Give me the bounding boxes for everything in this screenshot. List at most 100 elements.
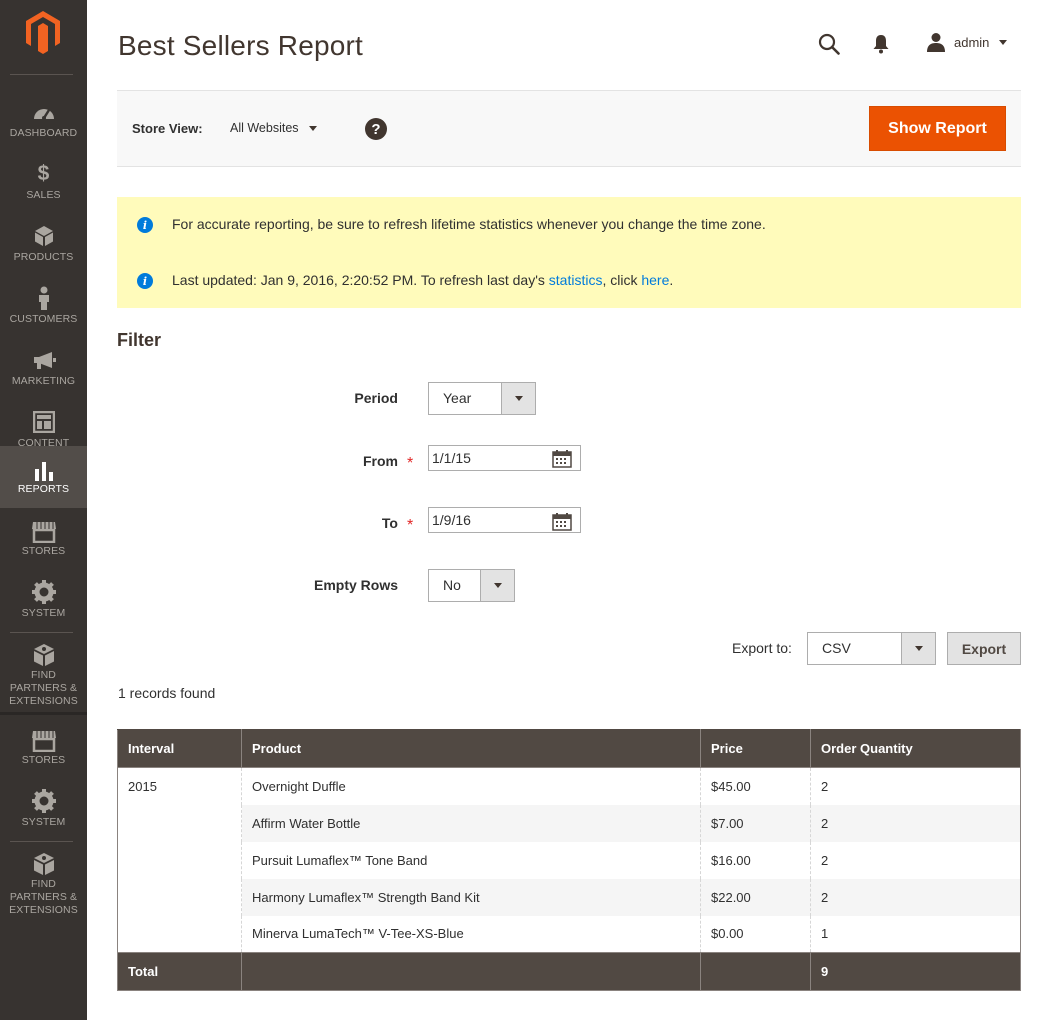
table-totals-row: Total 9 [117,952,1021,991]
nav-find-partners-2[interactable]: FIND PARTNERS & EXTENSIONS [0,849,87,916]
search-icon[interactable] [817,32,841,56]
refresh-here-link[interactable]: here [641,272,669,288]
table-header-row: Interval Product Price Order Quantity [117,729,1021,768]
filter-title: Filter [117,330,162,350]
chevron-down-icon [999,39,1008,45]
page-title: Best Sellers Report [118,30,364,61]
from-label: From [363,453,398,469]
export-format-value: CSV [822,640,851,656]
nav-reports[interactable]: REPORTS [0,446,87,508]
nav-dashboard[interactable]: DASHBOARD [0,86,87,148]
quantity-cell: 2 [810,804,1021,842]
cube-icon [0,224,87,248]
calendar-icon[interactable] [552,513,572,531]
storefront-icon [0,729,87,753]
storefront-icon [0,520,87,544]
price-cell: $0.00 [700,915,811,953]
admin-sidebar: DASHBOARD $ SALES PRODUCTS CUSTOMERS MAR… [0,0,87,1020]
show-report-button[interactable]: Show Report [869,106,1006,151]
to-label: To [381,515,398,531]
magento-logo-icon[interactable] [24,9,62,55]
export-format-select[interactable]: CSV [807,632,936,665]
store-view-switcher[interactable]: All Websites [230,121,317,135]
calendar-icon[interactable] [552,450,572,468]
column-header-interval[interactable]: Interval [117,729,242,768]
chevron-down-icon [480,570,514,601]
nav-find-partners[interactable]: FIND PARTNERS & EXTENSIONS [0,640,87,707]
price-cell: $22.00 [700,878,811,916]
total-price-cell [700,952,811,991]
table-row: Minerva LumaTech™ V-Tee-XS-Blue $0.00 1 [118,915,1021,953]
timezone-notice: i For accurate reporting, be sure to ref… [117,197,1021,253]
store-view-bar: Store View: All Websites ? Show Report [117,90,1021,167]
chevron-down-icon [501,383,535,414]
product-cell: Harmony Lumaflex™ Strength Band Kit [241,878,701,916]
required-asterisk: * [407,517,414,534]
empty-rows-label: Empty Rows [313,577,398,593]
table-row: Harmony Lumaflex™ Strength Band Kit $22.… [118,878,1021,916]
person-icon [0,286,87,310]
nav-customers[interactable]: CUSTOMERS [0,272,87,334]
admin-user-menu[interactable]: admin [926,30,1008,54]
total-quantity: 9 [810,952,1021,991]
user-icon [927,33,945,52]
help-icon[interactable]: ? [365,118,387,140]
sidebar-block-divider [0,712,87,715]
records-found: 1 records found [118,685,216,701]
period-label: Period [354,390,398,406]
chevron-down-icon [308,125,317,131]
table-row: 2015 Overnight Duffle $45.00 2 [117,767,1021,953]
nav-products[interactable]: PRODUCTS [0,210,87,272]
product-cell: Overnight Duffle [241,767,701,805]
timezone-notice-text: For accurate reporting, be sure to refre… [172,216,766,232]
extensions-icon [0,643,87,667]
quantity-cell: 2 [810,767,1021,805]
empty-rows-select[interactable]: No [428,569,515,602]
total-label: Total [117,952,242,991]
chevron-down-icon [901,633,935,664]
nav-marketing[interactable]: MARKETING [0,334,87,396]
statistics-link[interactable]: statistics [549,272,603,288]
last-updated-notice: i Last updated: Jan 9, 2016, 2:20:52 PM.… [117,253,1021,308]
nav-sales[interactable]: $ SALES [0,148,87,210]
quantity-cell: 1 [810,915,1021,953]
bar-chart-icon [0,459,87,483]
dashboard-icon [0,100,87,124]
export-button[interactable]: Export [947,632,1021,665]
column-header-order-quantity[interactable]: Order Quantity [810,729,1021,768]
extensions-icon [0,852,87,876]
price-cell: $45.00 [700,767,811,805]
megaphone-icon [0,348,87,372]
total-product-cell [241,952,701,991]
product-cell: Minerva LumaTech™ V-Tee-XS-Blue [241,915,701,953]
column-header-product[interactable]: Product [241,729,701,768]
quantity-cell: 2 [810,878,1021,916]
table-row: Affirm Water Bottle $7.00 2 [118,804,1021,842]
admin-username: admin [954,34,990,50]
empty-rows-value: No [443,577,461,593]
dollar-icon: $ [37,162,50,185]
export-to-label: Export to: [732,640,792,656]
best-sellers-table: Interval Product Price Order Quantity 20… [117,729,1021,991]
quantity-cell: 2 [810,841,1021,879]
column-header-price[interactable]: Price [700,729,811,768]
product-cell: Affirm Water Bottle [241,804,701,842]
nav-stores[interactable]: STORES [0,520,87,582]
required-asterisk: * [407,455,414,472]
price-cell: $16.00 [700,841,811,879]
period-select[interactable]: Year [428,382,536,415]
store-view-label: Store View: [132,121,203,136]
product-cell: Pursuit Lumaflex™ Tone Band [241,841,701,879]
gear-icon [0,580,87,604]
sidebar-divider [10,632,73,633]
nav-stores-2[interactable]: STORES [0,729,87,791]
info-icon: i [137,273,153,289]
price-cell: $7.00 [700,804,811,842]
notifications-bell-icon[interactable] [871,33,891,55]
store-view-selected: All Websites [230,121,299,135]
period-value: Year [443,390,472,406]
layout-icon [0,410,87,434]
interval-cell: 2015 [117,767,242,953]
gear-icon [0,789,87,813]
info-icon: i [137,217,153,233]
